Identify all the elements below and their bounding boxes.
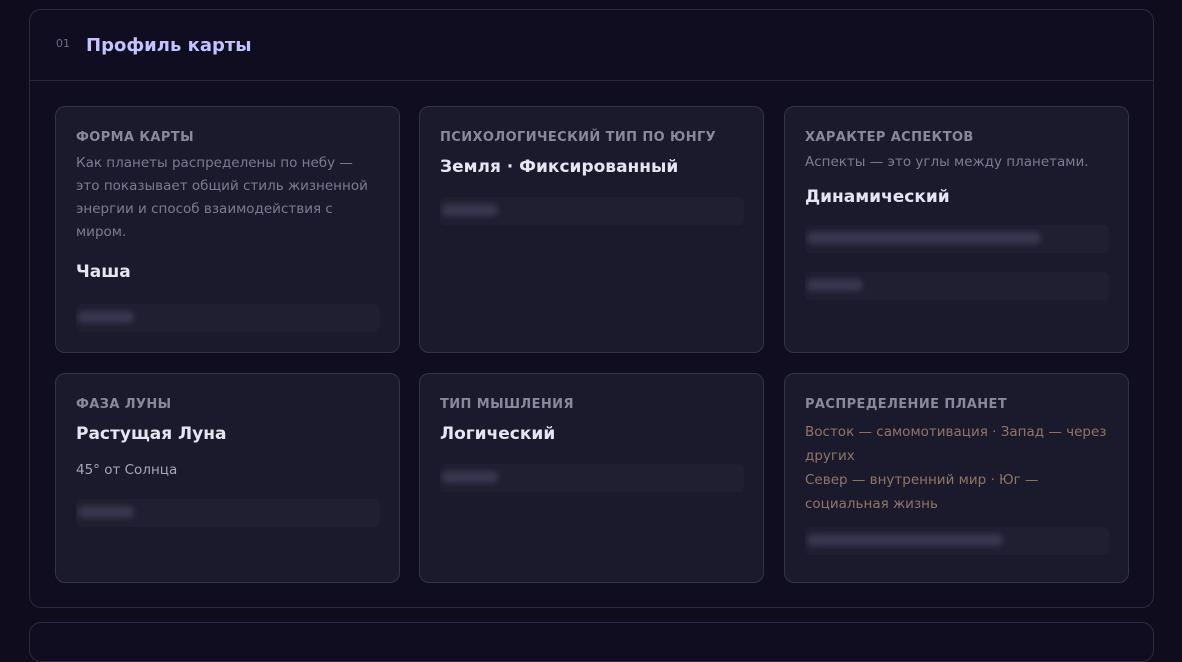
card-description: Как планеты распределены по небу — это п…: [76, 155, 368, 240]
card-jung-type: Психологический тип по Юнгу Земля · Фикс…: [419, 106, 764, 353]
card-label: Тип мышления: [440, 397, 574, 412]
card-label: Фаза Луны: [76, 397, 172, 412]
blurred-content: [76, 499, 380, 527]
blurred-text: [807, 279, 863, 291]
blurred-content: [76, 304, 380, 332]
card-planet-distribution: Распределение планет Восток — самомотива…: [784, 373, 1129, 583]
blurred-text: [78, 311, 134, 323]
card-label: Распределение планет: [805, 397, 1008, 412]
distribution-east-west: Восток — самомотивация · Запад — через д…: [805, 424, 1107, 464]
section-number: 01: [56, 36, 70, 50]
blurred-text: [442, 471, 498, 483]
card-value: Логический: [440, 424, 556, 444]
card-label: Форма карты: [76, 130, 194, 145]
card-subtext: 45° от Солнца: [76, 462, 178, 478]
card-thinking-type: Тип мышления Логический: [419, 373, 764, 583]
card-label: Характер аспектов: [805, 130, 974, 145]
card-chart-shape: Форма карты Как планеты распределены по …: [55, 106, 400, 353]
distribution-north-south: Север — внутренний мир · Юг — социальная…: [805, 472, 1039, 512]
next-section: [29, 622, 1154, 662]
blurred-content: [805, 527, 1109, 555]
blurred-content: [805, 225, 1109, 253]
blurred-text: [442, 204, 498, 216]
card-value: Земля · Фиксированный: [440, 157, 679, 177]
blurred-text: [807, 232, 1041, 244]
card-description: Аспекты — это углы между планетами.: [805, 154, 1089, 170]
section-title: Профиль карты: [86, 34, 252, 56]
card-aspects: Характер аспектов Аспекты — это углы меж…: [784, 106, 1129, 353]
card-value: Динамический: [805, 187, 950, 207]
card-label: Психологический тип по Юнгу: [440, 130, 717, 145]
card-value: Растущая Луна: [76, 424, 227, 444]
section-header: 01 Профиль карты: [30, 10, 1153, 81]
chart-profile-section: 01 Профиль карты Форма карты Как планеты…: [29, 9, 1154, 608]
blurred-content: [440, 197, 744, 225]
blurred-text: [78, 506, 134, 518]
blurred-text: [807, 534, 1003, 546]
card-moon-phase: Фаза Луны Растущая Луна 45° от Солнца: [55, 373, 400, 583]
blurred-content: [440, 464, 744, 492]
card-value: Чаша: [76, 262, 131, 282]
blurred-content: [805, 272, 1109, 300]
